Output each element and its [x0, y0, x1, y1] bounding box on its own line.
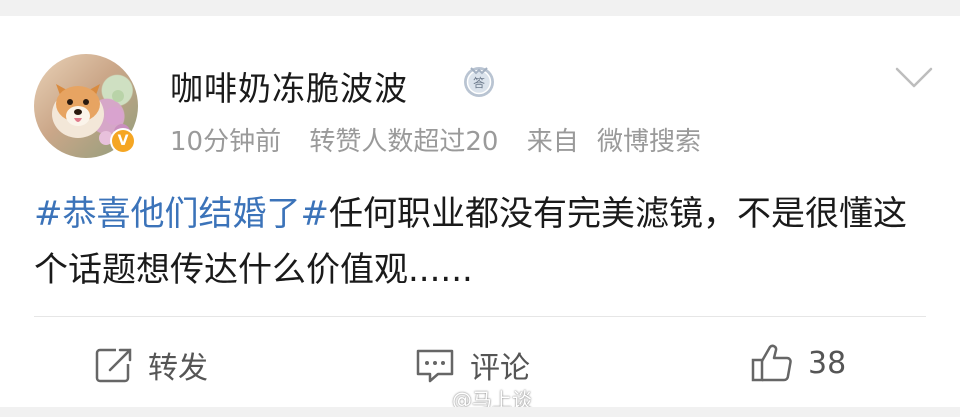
chevron-down-icon[interactable] [894, 66, 934, 90]
comment-button[interactable]: 评论 [414, 343, 530, 387]
divider [34, 316, 926, 317]
like-button[interactable]: 38 [750, 343, 846, 383]
repost-label: 转发 [148, 351, 208, 386]
thumbs-up-icon [751, 344, 792, 382]
source-link[interactable]: 微博搜索 [597, 127, 701, 157]
repost-icon [95, 348, 132, 383]
post-content: #恭喜他们结婚了#任何职业都没有完美滤镜，不是很懂这个话题想传达什么价值观...… [34, 186, 934, 298]
topic-link[interactable]: #恭喜他们结婚了# [34, 194, 329, 234]
verified-v-icon: V [112, 130, 134, 152]
top-separator [0, 0, 960, 16]
username[interactable]: 咖啡奶冻脆波波 [170, 62, 408, 110]
post-time: 10分钟前 [170, 127, 282, 157]
repost-info: 转赞人数超过20 [309, 127, 499, 157]
answer-medal-icon: 答 [464, 67, 494, 97]
comment-icon [416, 349, 454, 383]
like-count: 38 [808, 345, 847, 381]
source-prefix: 来自 [526, 127, 579, 157]
svg-text:答: 答 [473, 75, 485, 90]
post-meta: 10分钟前 转赞人数超过20 来自 微博搜索 [170, 121, 711, 158]
verified-badge: V [110, 128, 136, 154]
avatar[interactable]: V [34, 54, 138, 158]
bottom-separator [0, 407, 960, 417]
repost-button[interactable]: 转发 [94, 343, 208, 387]
comment-label: 评论 [470, 351, 530, 386]
